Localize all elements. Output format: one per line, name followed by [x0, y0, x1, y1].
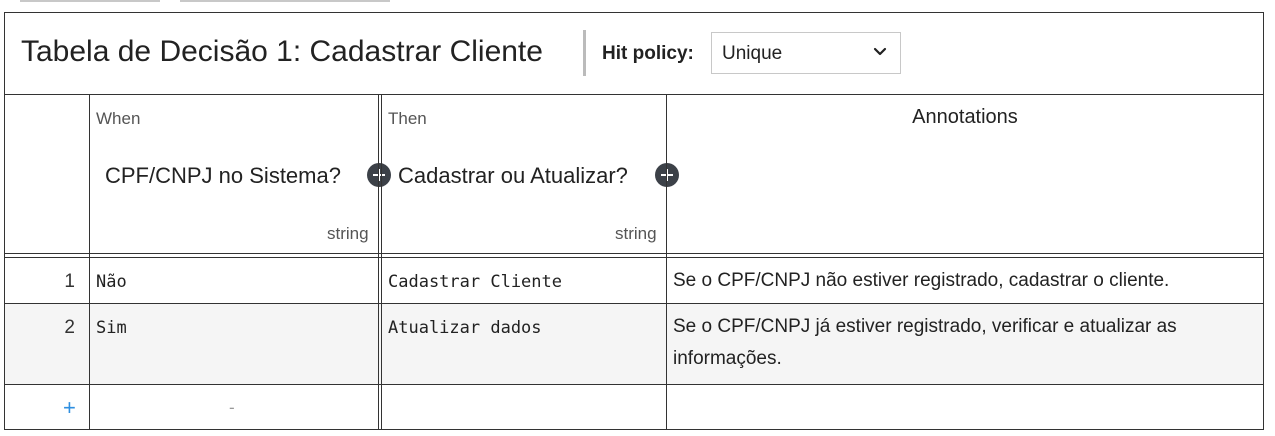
chevron-down-icon [873, 47, 887, 56]
hit-policy-value: Unique [722, 43, 783, 64]
number-column-divider [89, 94, 90, 429]
add-input-column-button[interactable] [367, 163, 391, 187]
output-annotation-divider [666, 94, 667, 429]
row-1-bottom-line [5, 303, 1263, 304]
header-bottom-line-2 [5, 257, 1263, 258]
output-column-kind: Then [388, 109, 427, 128]
rule-2-annotation-cell[interactable]: Se o CPF/CNPJ já estiver registrado, ver… [673, 311, 1253, 375]
hit-policy-label: Hit policy: [602, 43, 694, 64]
output-column-name[interactable]: Cadastrar ou Atualizar? [398, 163, 628, 189]
annotations-header: Annotations [912, 106, 1018, 128]
table-title[interactable]: Tabela de Decisão 1: Cadastrar Cliente [21, 35, 543, 69]
input-column-kind: When [96, 109, 141, 128]
tab-strip-stub [20, 0, 390, 2]
rule-number: 2 [64, 317, 75, 338]
table-header: Tabela de Decisão 1: Cadastrar Cliente H… [5, 13, 1263, 95]
output-column-type[interactable]: string [615, 224, 657, 244]
rule-2-output-cell[interactable]: Atualizar dados [388, 318, 542, 338]
title-divider [583, 30, 586, 76]
rule-1-output-cell[interactable]: Cadastrar Cliente [388, 272, 562, 292]
input-output-divider-a [378, 94, 379, 429]
input-column-type[interactable]: string [327, 224, 369, 244]
add-rule-button[interactable]: + [63, 395, 76, 421]
rule-1-input-cell[interactable]: Não [96, 272, 127, 292]
decision-table: Tabela de Decisão 1: Cadastrar Cliente H… [4, 12, 1264, 430]
input-output-divider-b [381, 94, 382, 429]
empty-input-placeholder[interactable]: - [229, 398, 235, 418]
rule-2-input-cell[interactable]: Sim [96, 318, 127, 338]
rule-1-annotation-cell[interactable]: Se o CPF/CNPJ não estiver registrado, ca… [673, 265, 1253, 297]
row-2-bottom-line [5, 384, 1263, 385]
input-column-name[interactable]: CPF/CNPJ no Sistema? [105, 163, 341, 189]
header-bottom-line [5, 253, 1263, 254]
rule-number: 1 [64, 271, 75, 292]
hit-policy-select[interactable]: Unique [711, 32, 901, 74]
add-output-column-button[interactable] [655, 163, 679, 187]
